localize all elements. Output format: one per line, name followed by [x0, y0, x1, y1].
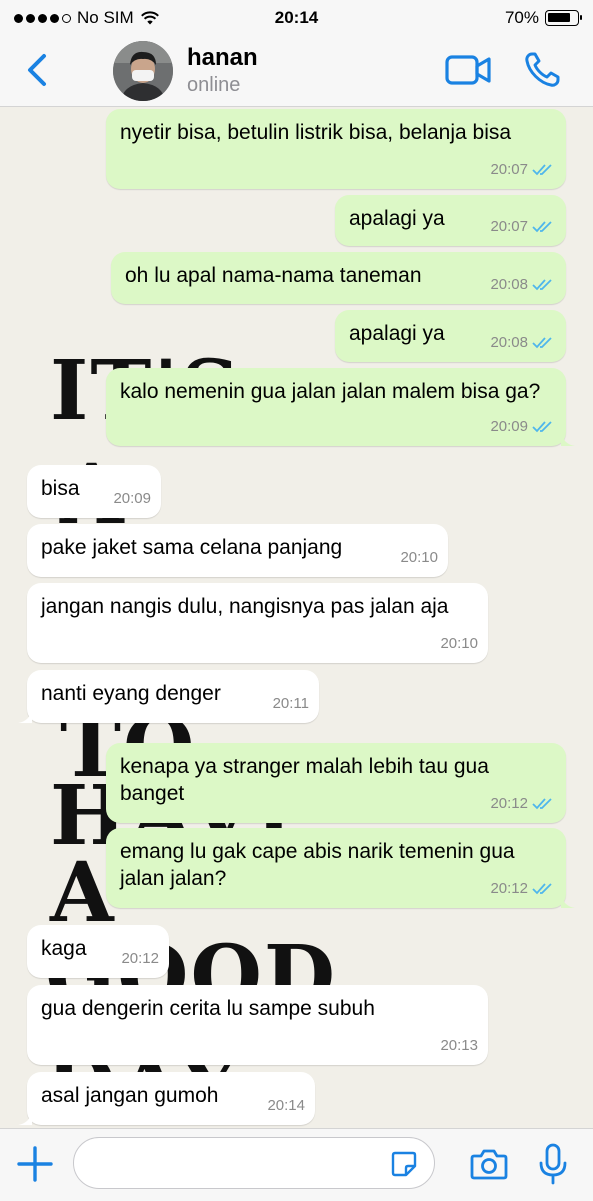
read-receipt-icon [532, 797, 552, 809]
message-bubble-incoming[interactable]: pake jaket sama celana panjang 20:10 [27, 524, 448, 577]
bubble-tail [561, 432, 575, 446]
message-text: kenapa ya stranger malah lebih tau gua b… [120, 755, 489, 805]
contact-name[interactable]: hanan [187, 44, 258, 72]
battery-icon [545, 10, 582, 26]
message-bubble-outgoing[interactable]: kenapa ya stranger malah lebih tau gua b… [106, 743, 566, 823]
camera-icon[interactable] [470, 1147, 508, 1181]
message-text: pake jaket sama celana panjang [41, 536, 343, 559]
message-time: 20:10 [400, 549, 438, 566]
message-time: 20:07 [490, 161, 528, 178]
message-time: 20:09 [490, 418, 528, 435]
message-bubble-incoming[interactable]: gua dengerin cerita lu sampe subuh 20:13 [27, 985, 488, 1065]
battery-status: 70% [504, 8, 582, 28]
message-time: 20:13 [440, 1037, 478, 1054]
message-bubble-outgoing[interactable]: nyetir bisa, betulin listrik bisa, belan… [106, 109, 566, 189]
bubble-tail [18, 1111, 32, 1125]
message-time: 20:08 [490, 334, 528, 351]
avatar[interactable] [113, 41, 173, 101]
message-time: 20:12 [121, 950, 159, 967]
message-text: kalo nemenin gua jalan jalan malem bisa … [120, 380, 541, 403]
chat-area[interactable]: IT'S A TO HAVE A GOOD DAY nyetir bisa, b… [0, 107, 593, 1128]
contact-status: online [187, 74, 241, 96]
message-input[interactable] [90, 1150, 384, 1178]
battery-percent: 70% [504, 8, 539, 27]
message-text: gua dengerin cerita lu sampe subuh [41, 997, 375, 1020]
plus-icon[interactable] [16, 1145, 54, 1183]
message-bubble-incoming[interactable]: kaga 20:12 [27, 925, 169, 978]
read-receipt-icon [532, 882, 552, 894]
microphone-icon[interactable] [538, 1143, 568, 1185]
bubble-tail [18, 709, 32, 723]
message-bubble-incoming[interactable]: jangan nangis dulu, nangisnya pas jalan … [27, 583, 488, 663]
message-text: nyetir bisa, betulin listrik bisa, belan… [120, 121, 512, 144]
chat-header: hanan online [0, 36, 593, 107]
read-receipt-icon [532, 278, 552, 290]
message-bubble-incoming[interactable]: asal jangan gumoh 20:14 [18, 1072, 315, 1125]
message-bubble-incoming[interactable]: bisa 20:09 [27, 465, 161, 518]
message-bubble-outgoing[interactable]: oh lu apal nama-nama taneman 20:08 [111, 252, 566, 304]
message-time: 20:09 [113, 490, 151, 507]
message-text: emang lu gak cape abis narik temenin gua… [120, 840, 515, 890]
message-time: 20:07 [490, 218, 528, 235]
message-text: oh lu apal nama-nama taneman [125, 264, 422, 287]
message-text: nanti eyang denger [41, 682, 221, 705]
read-receipt-icon [532, 220, 552, 232]
read-receipt-icon [532, 163, 552, 175]
message-time: 20:14 [267, 1097, 305, 1114]
phone-icon[interactable] [522, 50, 562, 90]
message-time: 20:12 [490, 880, 528, 897]
message-text: asal jangan gumoh [41, 1084, 219, 1107]
read-receipt-icon [532, 336, 552, 348]
avatar-image [113, 41, 173, 101]
message-bubble-incoming[interactable]: nanti eyang denger 20:11 [18, 670, 319, 723]
message-time: 20:08 [490, 276, 528, 293]
message-time: 20:12 [490, 795, 528, 812]
message-bubble-outgoing[interactable]: kalo nemenin gua jalan jalan malem bisa … [106, 368, 575, 446]
message-field[interactable] [73, 1137, 435, 1189]
message-text: jangan nangis dulu, nangisnya pas jalan … [41, 595, 449, 618]
message-time: 20:10 [440, 635, 478, 652]
message-bubble-outgoing[interactable]: emang lu gak cape abis narik temenin gua… [106, 828, 575, 908]
bubble-tail [561, 894, 575, 908]
sticker-icon[interactable] [390, 1150, 418, 1178]
message-bubble-outgoing[interactable]: apalagi ya 20:08 [335, 310, 566, 362]
message-input-bar [0, 1128, 593, 1201]
back-chevron-icon[interactable] [20, 50, 56, 90]
message-time: 20:11 [272, 695, 309, 712]
video-call-icon[interactable] [444, 52, 492, 88]
status-bar: No SIM 20:14 70% [0, 0, 593, 36]
message-bubble-outgoing[interactable]: apalagi ya 20:07 [335, 195, 566, 246]
read-receipt-icon [532, 420, 552, 432]
